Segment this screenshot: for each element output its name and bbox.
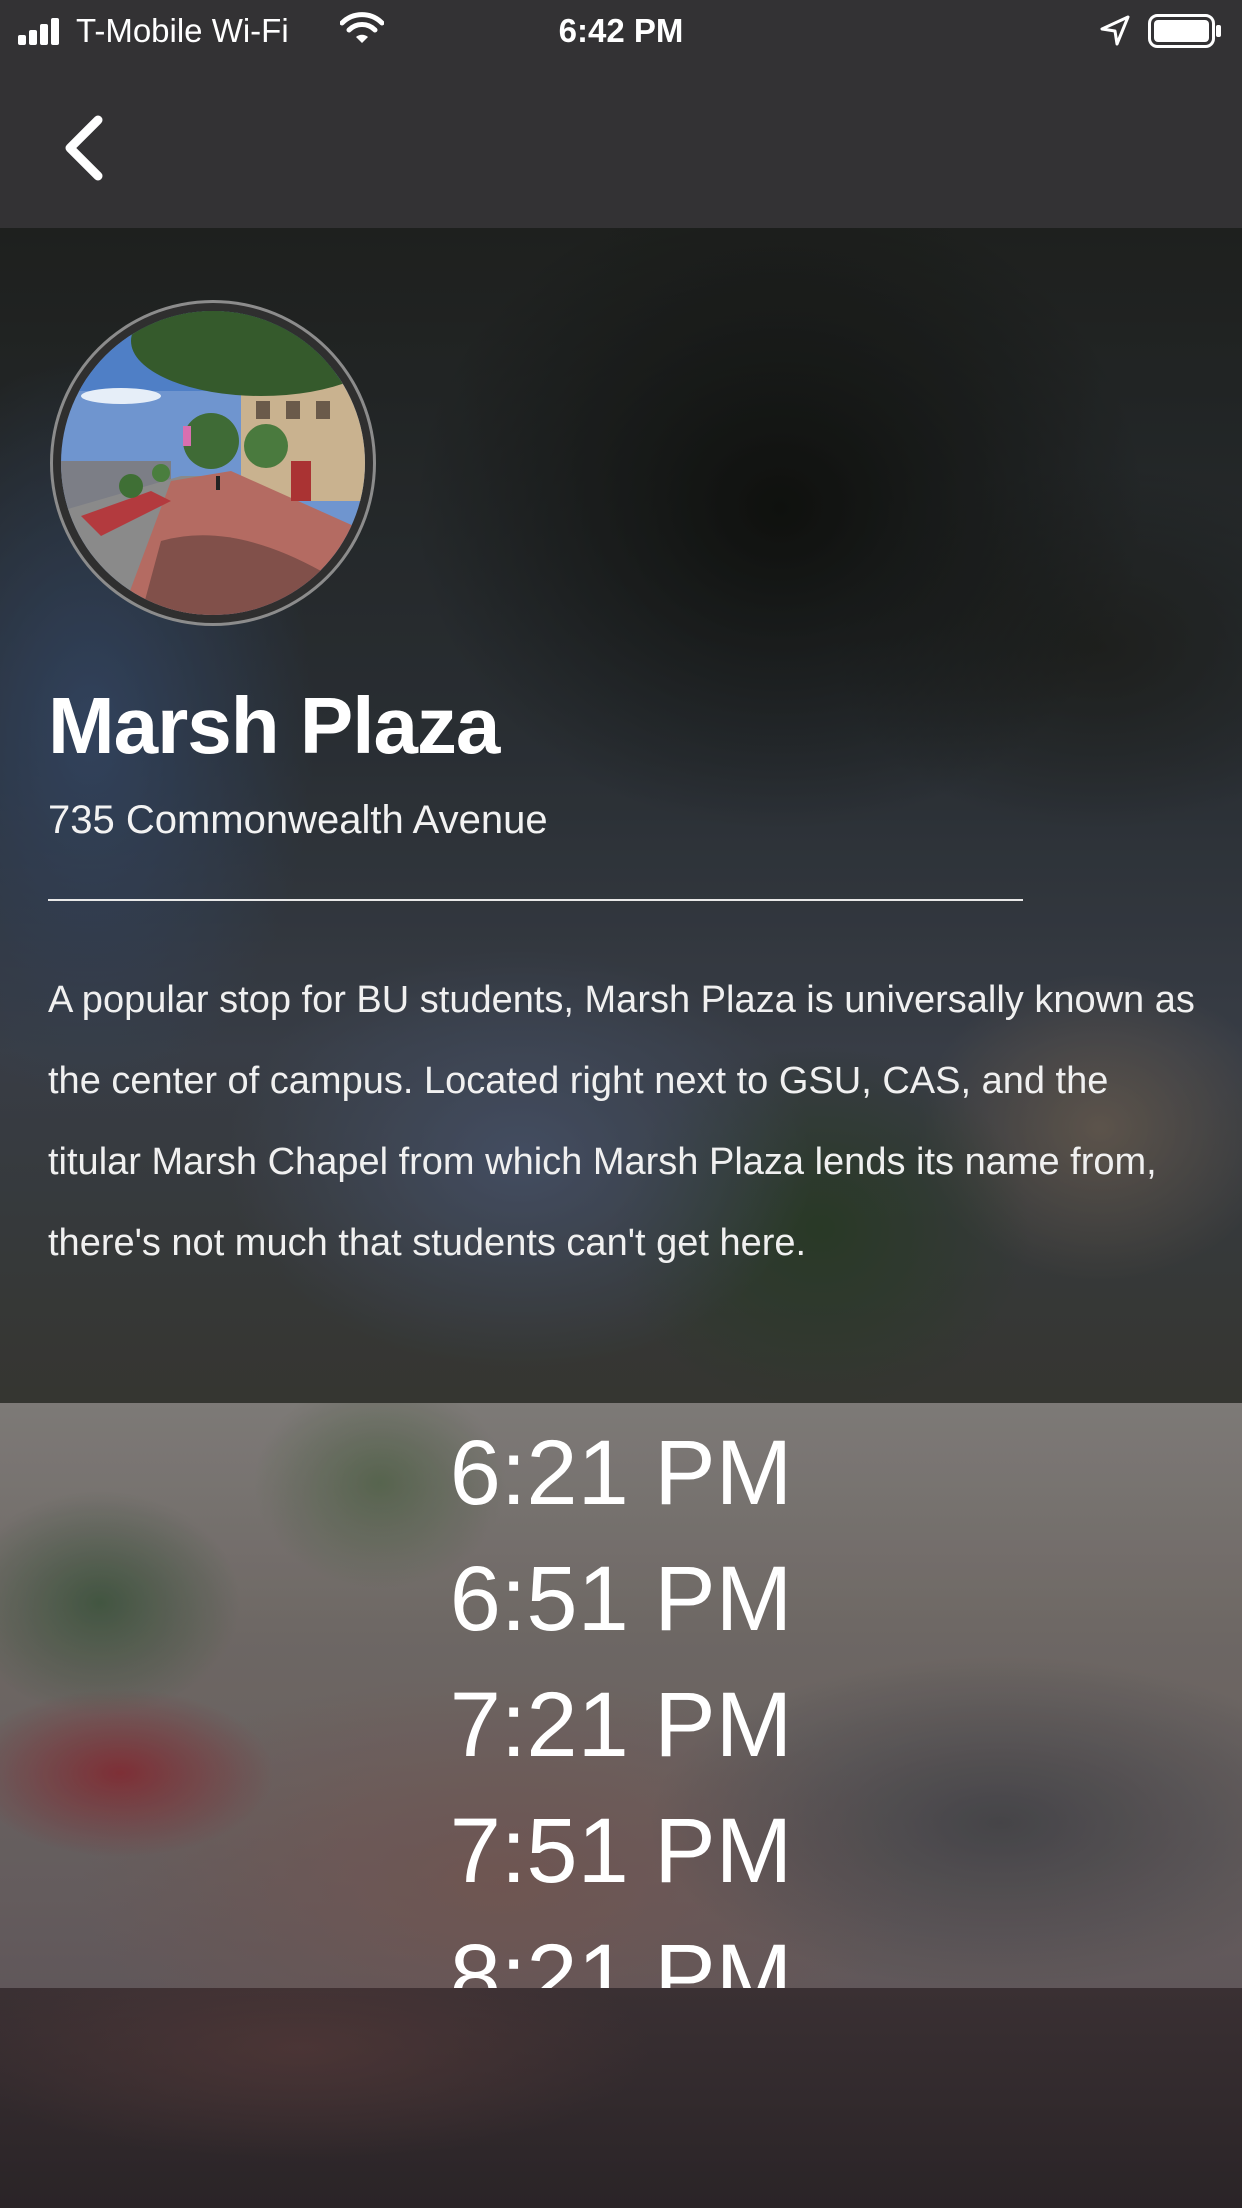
schedule-time-list[interactable]: 6:21 PM 6:51 PM 7:21 PM 7:51 PM 8:21 PM (0, 1410, 1242, 1988)
schedule-time: 7:51 PM (449, 1800, 793, 1902)
place-title: Marsh Plaza (48, 681, 500, 770)
location-arrow-icon (1100, 15, 1130, 46)
status-bar: T-Mobile Wi-Fi 6:42 PM (0, 0, 1242, 62)
battery-icon (1148, 14, 1221, 48)
place-address: 735 Commonwealth Avenue (48, 798, 548, 842)
schedule-time: 7:21 PM (449, 1674, 793, 1776)
schedule-time: 8:21 PM (449, 1926, 793, 1988)
place-description: A popular stop for BU students, Marsh Pl… (48, 979, 1195, 1264)
schedule-time: 6:51 PM (449, 1548, 793, 1650)
back-button[interactable] (50, 108, 120, 188)
plaza-photo (61, 311, 365, 615)
divider (48, 899, 1023, 901)
schedule-time: 6:21 PM (449, 1422, 793, 1524)
status-time: 6:42 PM (558, 12, 684, 49)
navigation-bar (0, 62, 1242, 228)
place-photo-avatar (50, 300, 376, 626)
footer-background (0, 1988, 1242, 2208)
